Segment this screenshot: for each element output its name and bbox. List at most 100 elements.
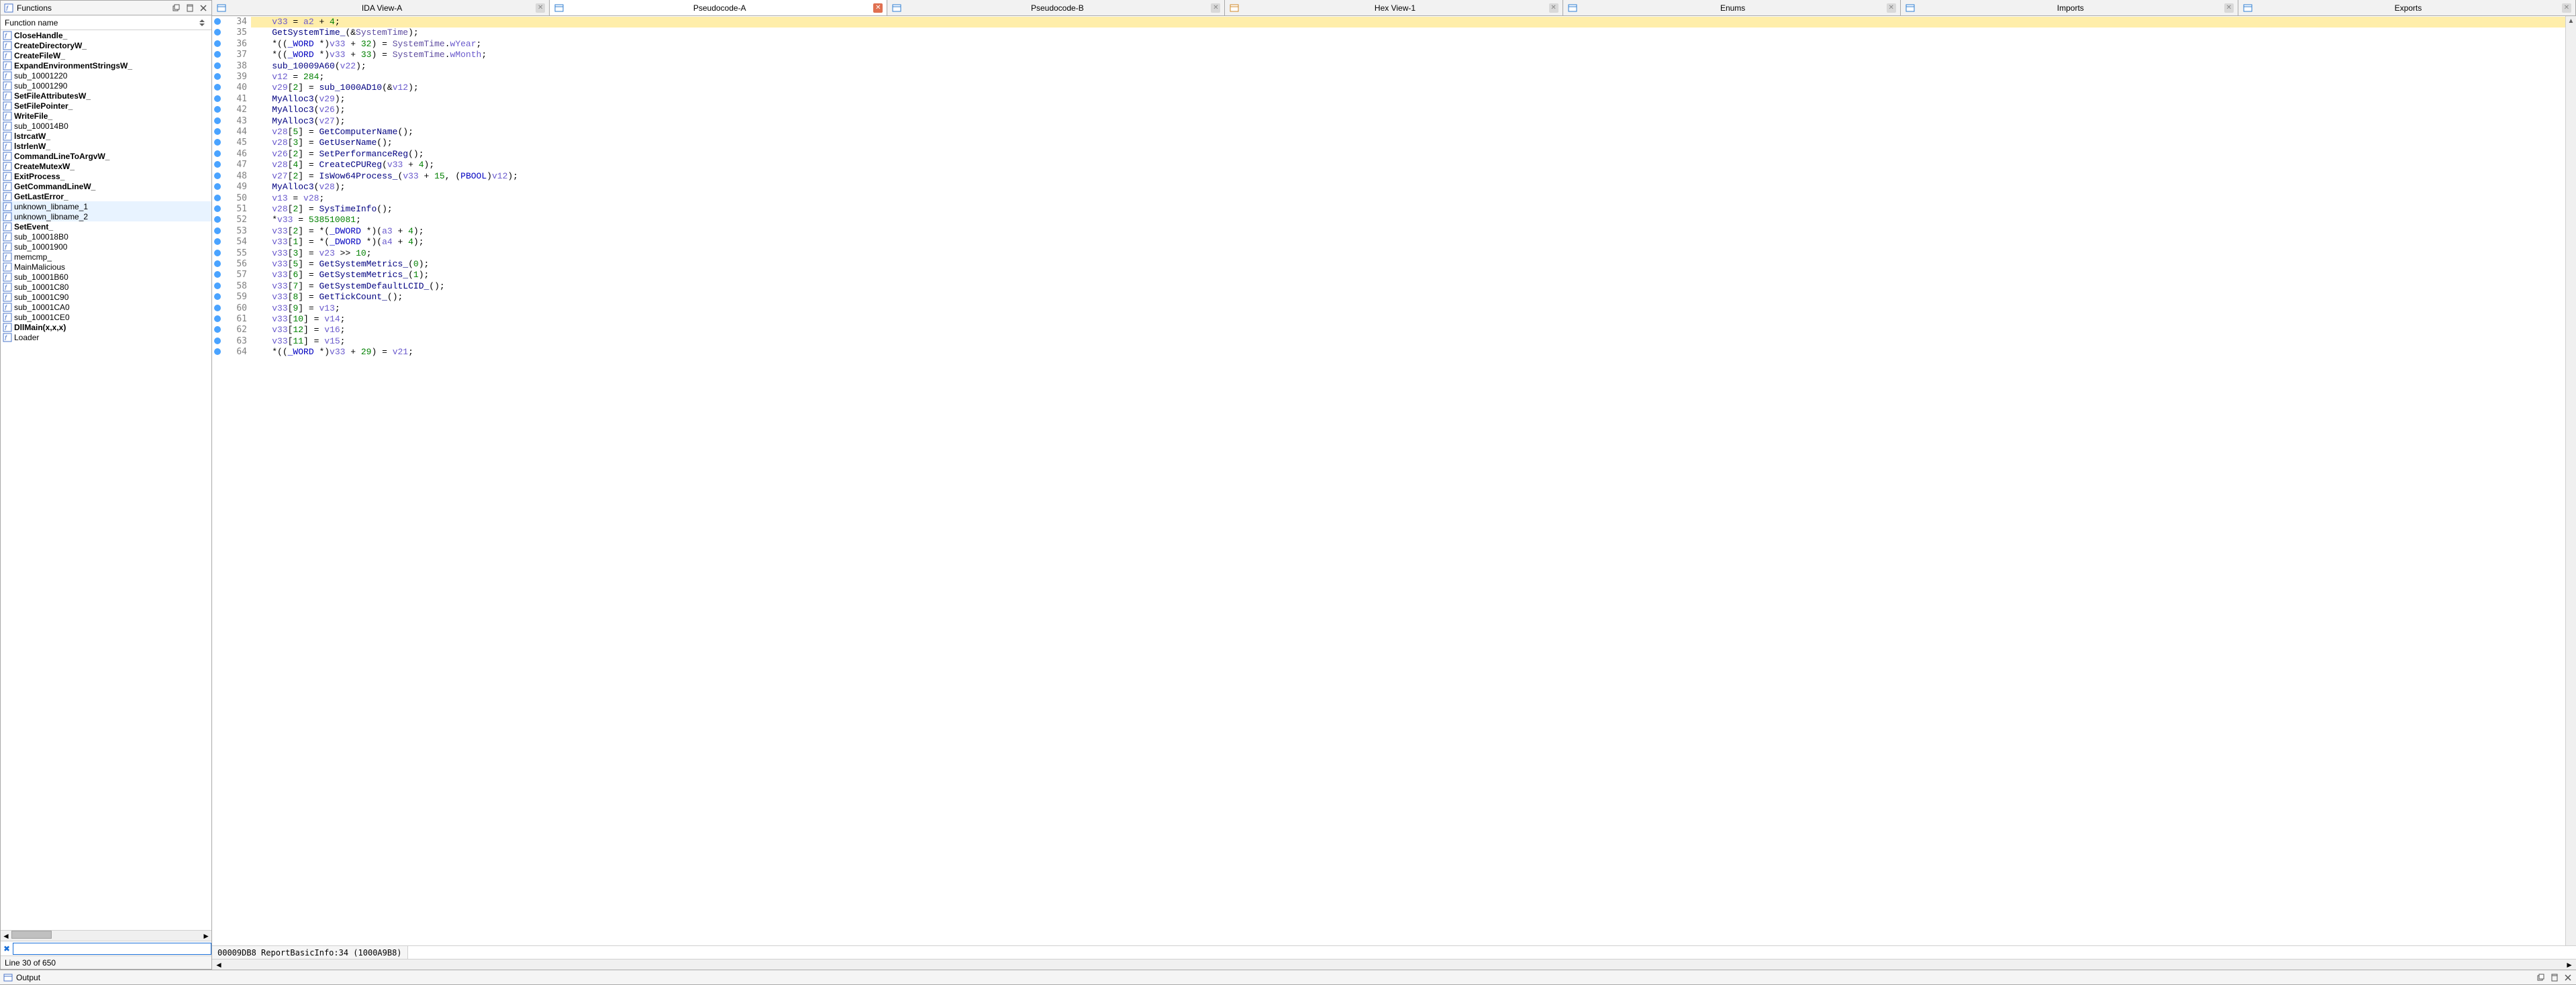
function-row[interactable]: fsub_10001B60 (1, 272, 211, 282)
breakpoint-gutter[interactable] (212, 28, 224, 38)
breakpoint-gutter[interactable] (212, 160, 224, 170)
code-line[interactable]: v29[2] = sub_1000AD10(&v12); (251, 83, 2565, 93)
breakpoint-gutter[interactable] (212, 149, 224, 160)
functions-search-input[interactable] (13, 943, 211, 955)
function-row[interactable]: fsub_100018B0 (1, 231, 211, 242)
code-line[interactable]: v33[8] = GetTickCount_(); (251, 292, 2565, 303)
breakpoint-gutter[interactable] (212, 61, 224, 72)
function-row[interactable]: fsub_100014B0 (1, 121, 211, 131)
code-line[interactable]: MyAlloc3(v26); (251, 105, 2565, 115)
output-close-button[interactable] (2563, 972, 2573, 983)
panel-restore-button[interactable] (171, 3, 182, 13)
tab-close-icon[interactable]: ✕ (1549, 3, 1558, 13)
code-line[interactable]: v28[5] = GetComputerName(); (251, 127, 2565, 138)
tab-imports[interactable]: Imports✕ (1901, 0, 2238, 15)
breakpoint-gutter[interactable] (212, 314, 224, 325)
code-line[interactable]: v33[2] = *(_DWORD *)(a3 + 4); (251, 226, 2565, 237)
breakpoint-gutter[interactable] (212, 204, 224, 215)
scroll-right-icon[interactable]: ► (202, 931, 210, 941)
tab-close-icon[interactable]: ✕ (873, 3, 883, 13)
code-line[interactable]: *((_WORD *)v33 + 29) = v21; (251, 347, 2565, 358)
tab-close-icon[interactable]: ✕ (1211, 3, 1220, 13)
function-row[interactable]: fGetCommandLineW_ (1, 181, 211, 191)
function-row[interactable]: fCloseHandle_ (1, 30, 211, 40)
code-line[interactable]: v33[3] = v23 >> 10; (251, 248, 2565, 259)
code-vscrollbar[interactable]: ▲ (2565, 16, 2576, 945)
panel-minimize-button[interactable] (185, 3, 195, 13)
code-line[interactable]: MyAlloc3(v28); (251, 182, 2565, 193)
tab-pseudocode-a[interactable]: Pseudocode-A✕ (550, 0, 887, 15)
code-line[interactable]: v33[7] = GetSystemDefaultLCID_(); (251, 281, 2565, 292)
breakpoint-gutter[interactable] (212, 193, 224, 204)
breakpoint-gutter[interactable] (212, 281, 224, 292)
code-line[interactable]: MyAlloc3(v27); (251, 116, 2565, 127)
code-line[interactable]: v33[9] = v13; (251, 303, 2565, 314)
function-row[interactable]: fsub_10001C80 (1, 282, 211, 292)
code-line[interactable]: sub_10009A60(v22); (251, 61, 2565, 72)
function-row[interactable]: fExpandEnvironmentStringsW_ (1, 60, 211, 70)
function-row[interactable]: fsub_10001290 (1, 81, 211, 91)
breakpoint-gutter[interactable] (212, 83, 224, 93)
code-line[interactable]: *((_WORD *)v33 + 32) = SystemTime.wYear; (251, 39, 2565, 50)
breakpoint-gutter[interactable] (212, 259, 224, 270)
breakpoint-gutter[interactable] (212, 39, 224, 50)
functions-column-header[interactable]: Function name (1, 15, 211, 30)
breakpoint-gutter[interactable] (212, 94, 224, 105)
tab-pseudocode-b[interactable]: Pseudocode-B✕ (887, 0, 1225, 15)
breakpoint-gutter[interactable] (212, 347, 224, 358)
function-row[interactable]: fCreateDirectoryW_ (1, 40, 211, 50)
code-line[interactable]: *((_WORD *)v33 + 33) = SystemTime.wMonth… (251, 50, 2565, 60)
function-row[interactable]: funknown_libname_1 (1, 201, 211, 211)
breakpoint-gutter[interactable] (212, 116, 224, 127)
breakpoint-gutter[interactable] (212, 138, 224, 148)
function-row[interactable]: flstrlenW_ (1, 141, 211, 151)
search-clear-icon[interactable]: ✖ (1, 944, 13, 953)
function-row[interactable]: fCommandLineToArgvW_ (1, 151, 211, 161)
function-row[interactable]: flstrcatW_ (1, 131, 211, 141)
function-row[interactable]: fCreateMutexW_ (1, 161, 211, 171)
tab-hex-view-1[interactable]: Hex View-1✕ (1225, 0, 1563, 15)
tab-close-icon[interactable]: ✕ (1887, 3, 1896, 13)
code-line[interactable]: v33[11] = v15; (251, 336, 2565, 347)
function-row[interactable]: fSetFileAttributesW_ (1, 91, 211, 101)
breakpoint-gutter[interactable] (212, 72, 224, 83)
function-row[interactable]: fSetFilePointer_ (1, 101, 211, 111)
scroll-right-icon[interactable]: ► (2565, 960, 2573, 970)
breakpoint-gutter[interactable] (212, 336, 224, 347)
panel-close-button[interactable] (198, 3, 209, 13)
breakpoint-gutter[interactable] (212, 17, 224, 28)
tab-ida-view-a[interactable]: IDA View-A✕ (212, 0, 550, 15)
scroll-left-icon[interactable]: ◄ (2, 931, 10, 941)
tab-close-icon[interactable]: ✕ (2224, 3, 2234, 13)
function-row[interactable]: funknown_libname_2 (1, 211, 211, 221)
function-row[interactable]: fWriteFile_ (1, 111, 211, 121)
code-hscrollbar[interactable]: ◄ ► (212, 959, 2576, 970)
breakpoint-gutter[interactable] (212, 171, 224, 182)
breakpoint-gutter[interactable] (212, 50, 224, 60)
functions-hscrollbar[interactable]: ◄ ► (1, 930, 211, 941)
tab-close-icon[interactable]: ✕ (536, 3, 545, 13)
breakpoint-gutter[interactable] (212, 226, 224, 237)
code-line[interactable]: v27[2] = IsWow64Process_(v33 + 15, (PBOO… (251, 171, 2565, 182)
breakpoint-gutter[interactable] (212, 270, 224, 280)
function-row[interactable]: fGetLastError_ (1, 191, 211, 201)
breakpoint-gutter[interactable] (212, 215, 224, 225)
code-view[interactable]: v33 = a2 + 4; GetSystemTime_(&SystemTime… (251, 16, 2565, 945)
breakpoint-gutter[interactable] (212, 325, 224, 335)
function-row[interactable]: fSetEvent_ (1, 221, 211, 231)
code-line[interactable]: v33 = a2 + 4; (251, 17, 2565, 28)
breakpoint-gutter[interactable] (212, 248, 224, 259)
code-line[interactable]: v33[10] = v14; (251, 314, 2565, 325)
function-row[interactable]: fDllMain(x,x,x) (1, 322, 211, 332)
tab-exports[interactable]: Exports✕ (2238, 0, 2576, 15)
function-row[interactable]: fMainMalicious (1, 262, 211, 272)
function-row[interactable]: fsub_10001900 (1, 242, 211, 252)
code-line[interactable]: *v33 = 538510081; (251, 215, 2565, 225)
code-line[interactable]: v13 = v28; (251, 193, 2565, 204)
scroll-left-icon[interactable]: ◄ (215, 960, 223, 970)
code-line[interactable]: v33[12] = v16; (251, 325, 2565, 335)
output-restore-button[interactable] (2536, 972, 2546, 983)
code-line[interactable]: v28[3] = GetUserName(); (251, 138, 2565, 148)
code-line[interactable]: v33[1] = *(_DWORD *)(a4 + 4); (251, 237, 2565, 248)
breakpoint-gutter[interactable] (212, 105, 224, 115)
